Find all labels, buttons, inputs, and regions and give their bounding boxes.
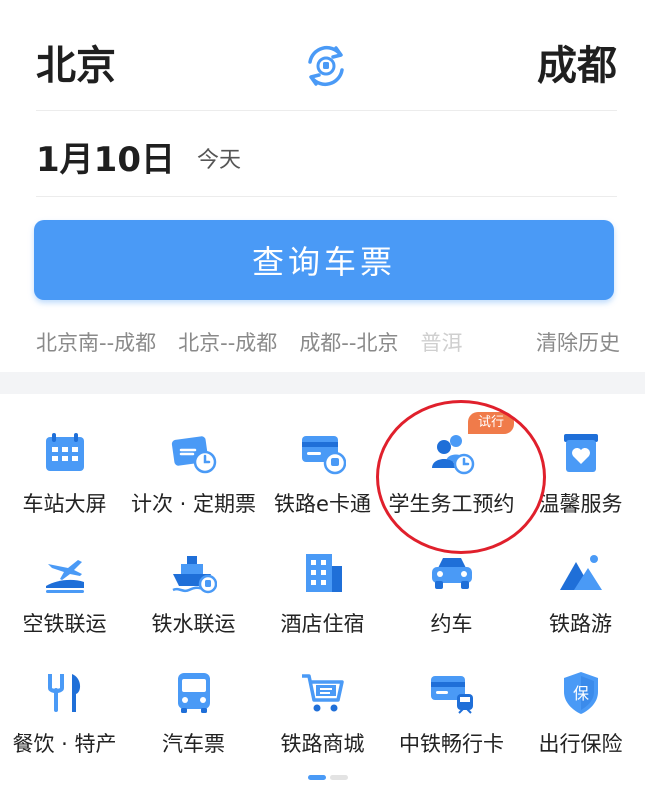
ticket-clock-icon (171, 436, 216, 474)
services-grid: 车站大屏 计次 · 定期票 铁路e卡通 学生务工预约 温馨服务 空铁联运 铁水联… (0, 404, 645, 764)
service-label: 铁路e卡通 (274, 492, 371, 516)
page-dot-active (308, 775, 326, 780)
service-label: 空铁联运 (22, 612, 107, 636)
service-hotel[interactable]: 酒店住宿 (258, 524, 387, 644)
swap-stations-icon[interactable] (300, 40, 352, 92)
card-train-icon (301, 436, 346, 475)
service-label: 学生务工预约 (388, 492, 515, 516)
service-ride-hailing[interactable]: 约车 (387, 524, 516, 644)
section-gap (0, 372, 645, 394)
page-dot (330, 775, 348, 780)
page-indicator (308, 775, 348, 781)
service-label: 酒店住宿 (280, 612, 365, 636)
date-selector[interactable]: 1月10日 今天 (36, 130, 241, 182)
service-label: 车站大屏 (22, 492, 107, 516)
clear-history-button[interactable]: 清除历史 (536, 327, 620, 357)
shield-icon: 保 (563, 672, 598, 714)
plane-train-icon (45, 560, 84, 593)
service-label: 约车 (430, 612, 473, 636)
search-history: 北京南--成都 北京--成都 成都--北京 普洱 清除历史 (36, 322, 620, 362)
service-bus-ticket[interactable]: 汽车票 (129, 644, 258, 764)
service-railway-ecard[interactable]: 铁路e卡通 (258, 404, 387, 524)
history-item-faded[interactable]: 普洱 (420, 327, 462, 357)
ship-icon (171, 556, 217, 594)
building-icon (305, 554, 342, 592)
service-label: 铁路游 (549, 612, 612, 636)
date-hint: 今天 (196, 148, 241, 173)
service-air-rail[interactable]: 空铁联运 (0, 524, 129, 644)
service-food-specialty[interactable]: 餐饮 · 特产 (0, 644, 129, 764)
service-label: 温馨服务 (538, 492, 623, 516)
service-china-rail-card[interactable]: 中铁畅行卡 (387, 644, 516, 764)
trial-badge: 试行 (468, 412, 514, 434)
svg-text:保: 保 (572, 684, 588, 703)
people-clock-icon (431, 435, 474, 475)
service-label: 铁路商城 (280, 732, 365, 756)
card-train-2-icon (430, 676, 473, 714)
history-item[interactable]: 北京--成都 (178, 327, 277, 357)
service-rail-water[interactable]: 铁水联运 (129, 524, 258, 644)
service-railway-mall[interactable]: 铁路商城 (258, 644, 387, 764)
query-tickets-button[interactable]: 查询车票 (34, 220, 614, 300)
service-label: 汽车票 (162, 732, 225, 756)
service-label: 餐饮 · 特产 (12, 732, 117, 756)
heart-box-icon (563, 434, 598, 472)
service-periodic-ticket[interactable]: 计次 · 定期票 (129, 404, 258, 524)
travel-date: 1月10日 (36, 139, 175, 180)
service-label: 出行保险 (538, 732, 623, 756)
from-city[interactable]: 北京 (36, 40, 116, 92)
trip-search-panel: 北京 成都 1月10日 今天 查询车票 北京南--成都 北京--成都 成都--北… (0, 0, 645, 372)
service-label: 中铁畅行卡 (399, 732, 504, 756)
service-care[interactable]: 温馨服务 (516, 404, 645, 524)
history-item[interactable]: 成都--北京 (299, 327, 398, 357)
to-city[interactable]: 成都 (537, 40, 617, 92)
mountain-icon (559, 555, 602, 590)
cart-icon (301, 674, 344, 712)
history-item[interactable]: 北京南--成都 (36, 327, 156, 357)
service-station-screen[interactable]: 车站大屏 (0, 404, 129, 524)
bus-icon (177, 673, 210, 713)
car-icon (431, 558, 472, 589)
calendar-icon (45, 433, 84, 471)
divider (36, 196, 617, 197)
service-travel-insurance[interactable]: 保 出行保险 (516, 644, 645, 764)
divider (36, 110, 617, 111)
service-label: 铁水联运 (151, 612, 236, 636)
fork-knife-icon (47, 674, 80, 712)
service-label: 计次 · 定期票 (130, 492, 257, 516)
service-railway-tour[interactable]: 铁路游 (516, 524, 645, 644)
